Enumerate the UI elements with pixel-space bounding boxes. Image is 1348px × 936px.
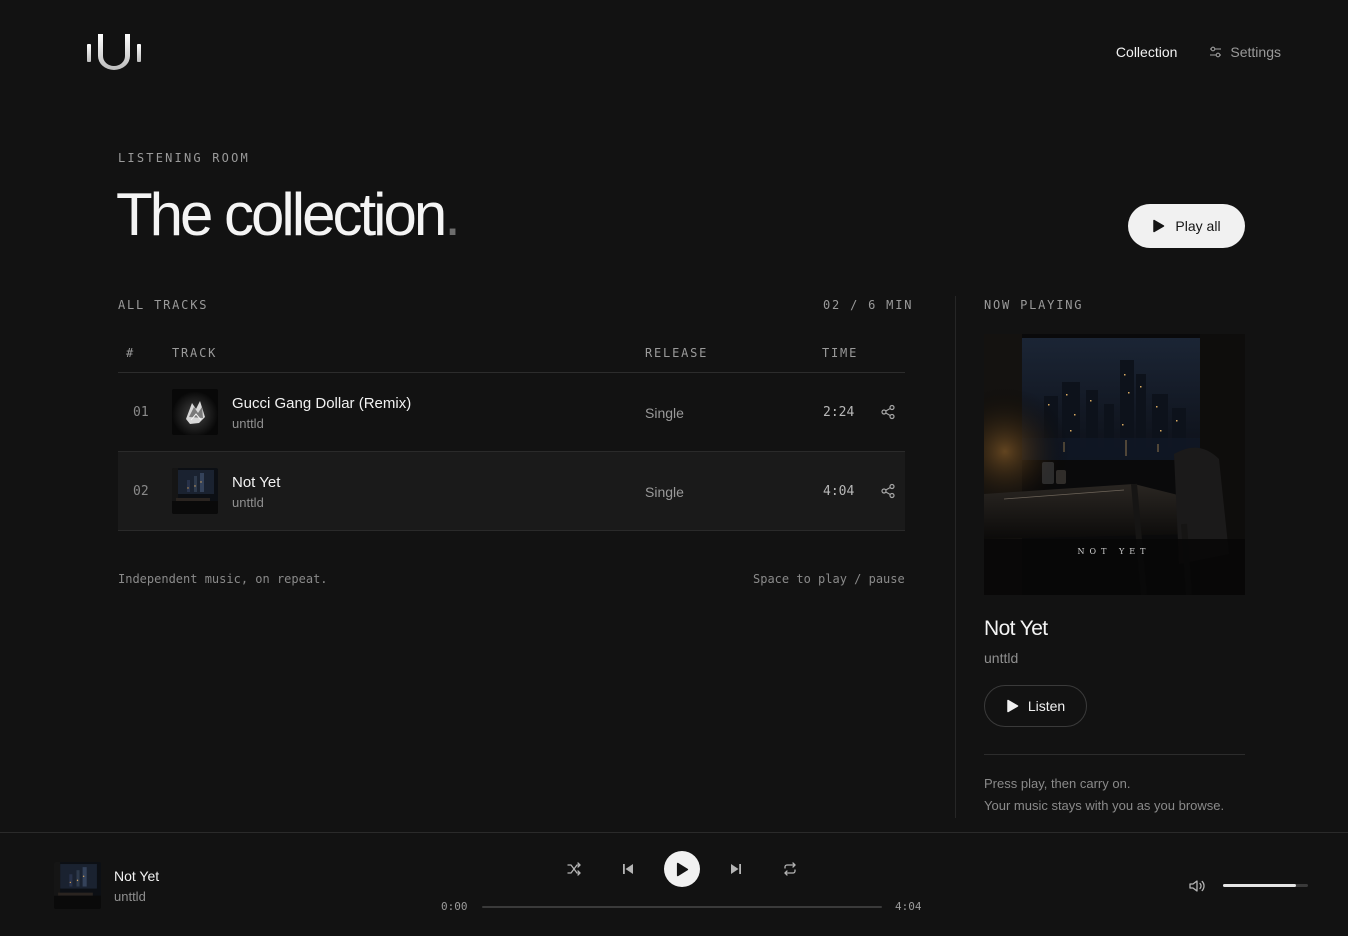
shuffle-icon [567, 862, 581, 876]
now-playing-divider [984, 754, 1245, 755]
header-release: RELEASE [645, 346, 709, 360]
track-cover-art [172, 468, 218, 514]
volume-icon[interactable] [1188, 877, 1206, 895]
track-title: Gucci Gang Dollar (Remix) [232, 395, 412, 412]
header-track: TRACK [172, 346, 218, 360]
previous-icon [623, 864, 633, 874]
track-table-header: # TRACK RELEASE TIME [118, 336, 905, 373]
track-number: 01 [133, 405, 149, 420]
track-cover-art [172, 389, 218, 435]
listen-label: Listen [1027, 698, 1066, 714]
now-playing-artist[interactable]: unttld [984, 650, 1018, 666]
tracks-summary: 02 / 6 MIN [823, 298, 914, 312]
keyboard-hint: Space to play / pause [753, 572, 905, 586]
now-playing-title: Not Yet [984, 617, 1048, 640]
page-title: The collection. [116, 181, 461, 248]
next-icon [731, 864, 741, 874]
logo-icon[interactable] [86, 32, 144, 72]
track-row-2[interactable]: 02 Not Yet unttld Single 4:04 [118, 452, 905, 531]
track-number: 02 [133, 484, 149, 499]
nav-settings-label: Settings [1230, 44, 1281, 60]
track-release: Single [645, 405, 684, 421]
play-pause-button[interactable] [664, 851, 700, 887]
volume-slider[interactable] [1223, 884, 1308, 887]
previous-button[interactable] [618, 859, 638, 879]
nav-settings-link[interactable]: Settings [1209, 44, 1281, 60]
panel-divider [955, 296, 956, 818]
total-time: 4:04 [895, 900, 922, 913]
page-title-text: The collection [116, 181, 447, 248]
next-button[interactable] [726, 859, 746, 879]
play-icon [1007, 699, 1019, 713]
nav-collection-link[interactable]: Collection [1116, 44, 1177, 60]
play-all-label: Play all [1175, 218, 1221, 234]
track-release: Single [645, 484, 684, 500]
page-eyebrow: LISTENING ROOM [118, 151, 250, 165]
track-row-1[interactable]: 01 Gucci Gang Dollar (Remix) unttld Sing… [118, 373, 905, 452]
play-icon [1153, 219, 1165, 233]
player-track-title: Not Yet [114, 868, 160, 884]
header-time: TIME [822, 346, 859, 360]
top-nav: Collection Settings [1116, 44, 1281, 60]
current-time: 0:00 [441, 900, 468, 913]
track-artist[interactable]: unttld [232, 495, 264, 510]
player-bar: Not Yet unttld 0:00 4:04 [0, 832, 1348, 936]
volume-fill [1223, 884, 1297, 887]
progress-bar[interactable] [482, 906, 882, 908]
listen-button[interactable]: Listen [984, 685, 1087, 727]
page-title-dot: . [444, 181, 461, 248]
now-playing-note-line-1: Press play, then carry on. [984, 776, 1131, 791]
share-icon[interactable] [880, 483, 896, 499]
track-title: Not Yet [232, 474, 281, 491]
share-icon[interactable] [880, 404, 896, 420]
track-artist[interactable]: unttld [232, 416, 264, 431]
play-all-button[interactable]: Play all [1128, 204, 1245, 248]
repeat-icon [784, 862, 796, 876]
player-cover-art[interactable] [54, 862, 101, 909]
now-playing-note-line-2: Your music stays with you as you browse. [984, 798, 1225, 813]
now-playing-cover-art: NOT YET [984, 334, 1245, 595]
track-duration: 2:24 [823, 405, 855, 420]
footer-tagline: Independent music, on repeat. [118, 572, 328, 586]
player-track-artist[interactable]: unttld [114, 889, 146, 904]
header-num: # [126, 346, 136, 360]
shuffle-button[interactable] [564, 859, 584, 879]
cover-art-text: NOT YET [1078, 547, 1151, 556]
repeat-button[interactable] [780, 859, 800, 879]
play-icon [676, 862, 689, 876]
track-duration: 4:04 [823, 484, 855, 499]
all-tracks-label: ALL TRACKS [118, 298, 209, 312]
settings-sliders-icon [1210, 46, 1222, 58]
now-playing-label: NOW PLAYING [984, 298, 1084, 312]
track-table: # TRACK RELEASE TIME 01 Gucci Gang Dolla… [118, 336, 905, 531]
